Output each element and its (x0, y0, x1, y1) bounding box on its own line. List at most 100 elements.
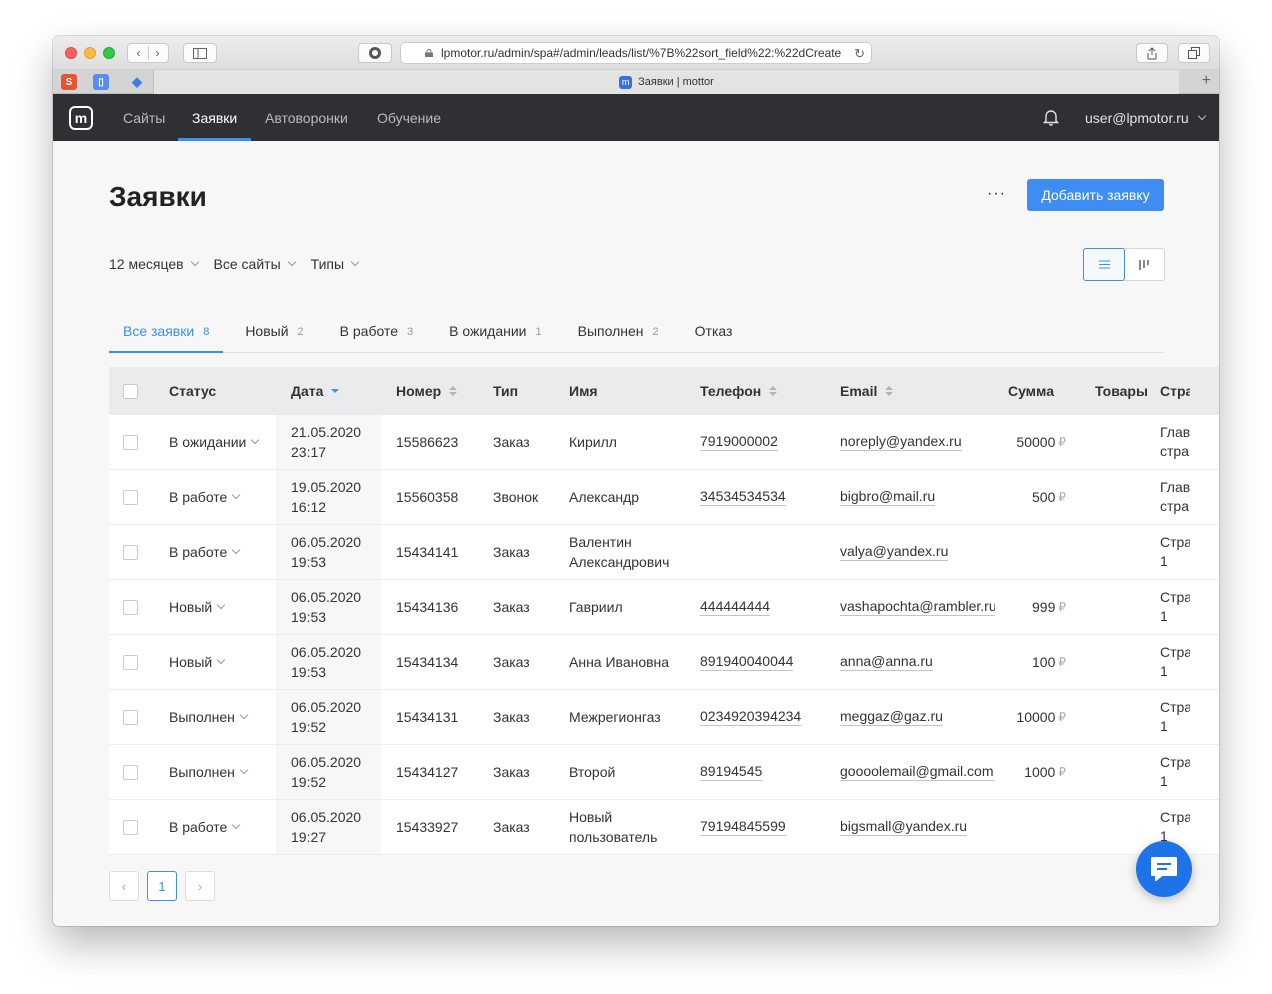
tab-in-progress[interactable]: В работе 3 (326, 317, 427, 353)
email-cell: bigbro@mail.ru (825, 470, 995, 524)
active-browser-tab[interactable]: m Заявки | mottor (153, 70, 1179, 94)
table-row[interactable]: Выполнен 06.05.2020 19:52 15434127 Заказ Втор… (109, 745, 1219, 800)
email-link[interactable]: noreply@yandex.ru (840, 433, 962, 451)
back-icon[interactable]: ‹ (137, 46, 141, 60)
email-link[interactable]: meggaz@gaz.ru (840, 708, 943, 726)
tab-new[interactable]: Новый 2 (231, 317, 317, 353)
tab-rejected[interactable]: Отказ (681, 317, 747, 353)
back-forward-buttons[interactable]: ‹ › (127, 43, 169, 63)
col-email-label: Email (840, 383, 878, 399)
email-link[interactable]: goooolemail@gmail.com (840, 763, 994, 781)
status-dropdown[interactable]: Новый (169, 599, 226, 615)
pinned-tab-diamond[interactable]: ◆ (129, 74, 145, 90)
table-row[interactable]: В ожидании 21.05.2020 23:17 15586623 Заказ Ки… (109, 415, 1219, 470)
minimize-window-button[interactable] (84, 47, 96, 59)
table-row[interactable]: Новый 06.05.2020 19:53 15434134 Заказ Анна Ив… (109, 635, 1219, 690)
page-cell[interactable]: Стра 1 (1160, 525, 1190, 579)
user-menu[interactable]: user@lpmotor.ru (1085, 94, 1206, 141)
status-dropdown[interactable]: В работе (169, 489, 241, 505)
page-cell[interactable]: Стра 1 (1160, 690, 1190, 744)
tabs-overview-button[interactable] (1178, 43, 1210, 63)
nav-item-funnels[interactable]: Автоворонки (251, 94, 362, 141)
table-row[interactable]: В работе 06.05.2020 19:27 15433927 Заказ Новы… (109, 800, 1219, 855)
table-row[interactable]: В работе 19.05.2020 16:12 15560358 Звонок Але… (109, 470, 1219, 525)
phone-link[interactable]: 89194545 (700, 763, 763, 781)
add-lead-button[interactable]: Добавить заявку (1027, 179, 1164, 211)
email-link[interactable]: bigbro@mail.ru (840, 488, 936, 506)
list-view-button[interactable] (1083, 248, 1125, 281)
phone-link[interactable]: 891940040044 (700, 653, 794, 671)
nav-item-learning[interactable]: Обучение (363, 94, 455, 141)
page-button-current[interactable]: 1 (147, 871, 177, 901)
row-checkbox[interactable] (123, 599, 138, 615)
tab-all-leads[interactable]: Все заявки 8 (109, 317, 224, 353)
forward-icon[interactable]: › (156, 46, 160, 60)
row-checkbox[interactable] (123, 434, 138, 450)
phone-link[interactable]: 444444444 (700, 598, 771, 616)
select-all-checkbox[interactable] (123, 383, 138, 399)
row-checkbox[interactable] (123, 489, 138, 505)
sites-filter[interactable]: Все сайты (214, 256, 296, 272)
kanban-view-button[interactable] (1124, 249, 1164, 280)
row-checkbox[interactable] (123, 654, 138, 670)
nav-item-leads[interactable]: Заявки (178, 94, 252, 141)
period-filter[interactable]: 12 месяцев (109, 256, 199, 272)
table-row[interactable]: Новый 06.05.2020 19:53 15434136 Заказ Гавриил… (109, 580, 1219, 635)
page-cell[interactable]: Стра 1 (1160, 635, 1190, 689)
status-dropdown[interactable]: В ожидании (169, 434, 260, 450)
status-dropdown[interactable]: В работе (169, 819, 241, 835)
email-link[interactable]: vashapochta@rambler.ru (840, 598, 995, 616)
close-window-button[interactable] (65, 47, 77, 59)
bell-icon[interactable] (1043, 108, 1059, 126)
phone-link[interactable]: 7919000002 (700, 433, 778, 451)
col-number[interactable]: Номер (381, 367, 478, 415)
page-title: Заявки (109, 181, 207, 212)
status-dropdown[interactable]: Новый (169, 654, 226, 670)
pinned-tab-s[interactable]: S (61, 74, 77, 90)
page-cell[interactable]: Глав стра (1160, 415, 1190, 469)
prev-page-button[interactable]: ‹ (109, 871, 139, 901)
page-cell[interactable]: Стра 1 (1160, 745, 1190, 799)
address-bar[interactable]: lpmotor.ru/admin/spa#/admin/leads/list/%… (400, 42, 872, 64)
status-dropdown[interactable]: В работе (169, 544, 241, 560)
status-dropdown[interactable]: Выполнен (169, 709, 249, 725)
nav-item-sites[interactable]: Сайты (109, 94, 179, 141)
col-date[interactable]: Дата (276, 367, 381, 415)
col-email[interactable]: Email (825, 367, 995, 415)
phone-link[interactable]: 34534534534 (700, 488, 786, 506)
email-link[interactable]: anna@anna.ru (840, 653, 933, 671)
filters-bar: 12 месяцев Все сайты Типы (109, 256, 360, 272)
new-tab-icon[interactable]: + (1202, 72, 1211, 90)
row-checkbox[interactable] (123, 544, 138, 560)
mottor-logo[interactable]: m (69, 106, 93, 130)
table-row[interactable]: В работе 06.05.2020 19:53 15434141 Заказ Вале… (109, 525, 1219, 580)
date-cell: 06.05.2020 19:27 (276, 800, 381, 854)
table-row[interactable]: Выполнен 06.05.2020 19:52 15434131 Заказ Межр… (109, 690, 1219, 745)
row-select-cell (109, 580, 169, 634)
types-filter[interactable]: Типы (311, 256, 360, 272)
reload-icon[interactable]: ↻ (854, 46, 865, 62)
phone-cell: 7919000002 (685, 415, 825, 469)
zoom-window-button[interactable] (103, 47, 115, 59)
share-button[interactable] (1136, 43, 1168, 63)
chat-button[interactable] (1136, 841, 1192, 897)
email-link[interactable]: valya@yandex.ru (840, 543, 949, 561)
page-cell[interactable]: Глав стра (1160, 470, 1190, 524)
more-options-icon[interactable]: ··· (987, 185, 1006, 203)
status-dropdown[interactable]: Выполнен (169, 764, 249, 780)
phone-link[interactable]: 79194845599 (700, 818, 786, 836)
privacy-button[interactable] (358, 43, 392, 63)
row-checkbox[interactable] (123, 819, 138, 835)
page-cell[interactable]: Стра 1 (1160, 580, 1190, 634)
email-link[interactable]: bigsmall@yandex.ru (840, 818, 968, 836)
next-page-button[interactable]: › (185, 871, 215, 901)
phone-link[interactable]: 0234920394234 (700, 708, 802, 726)
tab-done[interactable]: Выполнен 2 (564, 317, 673, 353)
row-checkbox[interactable] (123, 709, 138, 725)
pinned-tab-docs[interactable]: ▯ (93, 74, 109, 90)
tab-waiting[interactable]: В ожидании 1 (435, 317, 556, 353)
sidebar-toggle-button[interactable] (183, 43, 217, 63)
row-checkbox[interactable] (123, 764, 138, 780)
type-cell: Заказ (493, 709, 530, 725)
col-phone[interactable]: Телефон (685, 367, 825, 415)
